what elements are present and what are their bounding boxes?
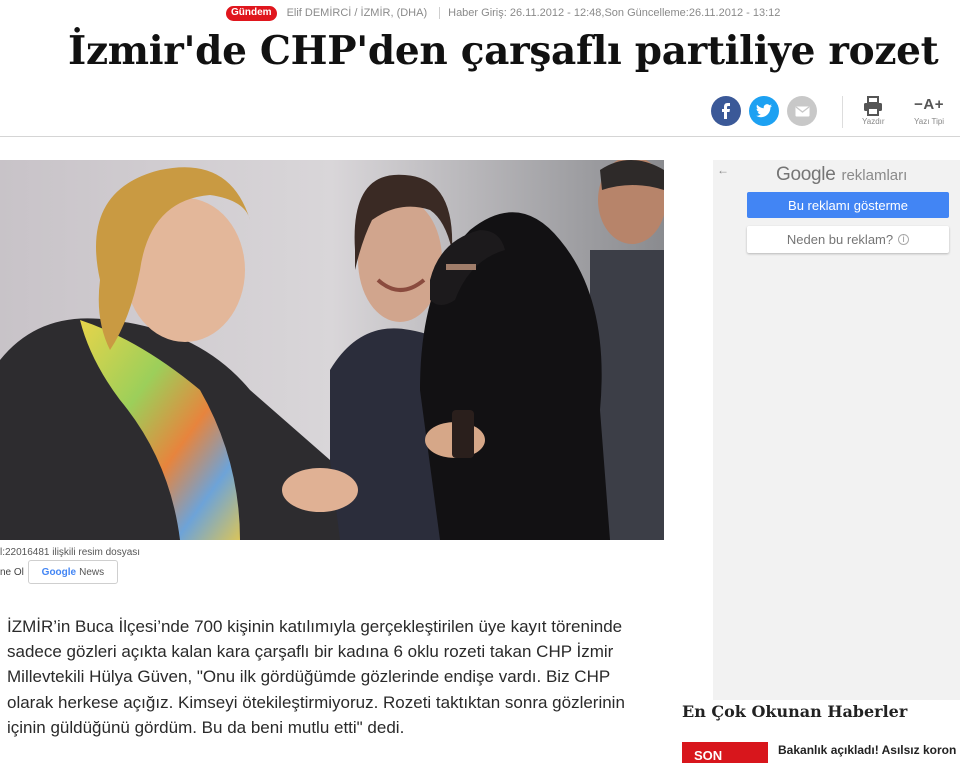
print-label: Yazdır [862, 117, 885, 126]
font-size-control[interactable]: −A+ Yazı Tipi [914, 96, 944, 126]
back-arrow-icon[interactable]: ← [717, 163, 729, 177]
google-news-google: Google [41, 566, 77, 578]
twitter-icon [756, 104, 772, 118]
share-bar [711, 96, 817, 126]
print-icon [864, 96, 883, 116]
article-photo-illustration [0, 160, 664, 540]
font-size-label: Yazı Tipi [914, 117, 945, 126]
hide-ad-button[interactable]: Bu reklamı gösterme [747, 192, 949, 218]
email-share-button[interactable] [787, 96, 817, 126]
print-button[interactable]: Yazdır [862, 96, 885, 126]
tools-divider [842, 96, 843, 128]
google-wordmark: Google [776, 164, 836, 185]
google-news-news: News [79, 566, 105, 578]
article-meta: Gündem Elif DEMİRCİ / İZMİR, (DHA) Haber… [226, 5, 780, 21]
most-read-badge: SON [694, 748, 723, 763]
article-photo[interactable] [0, 160, 664, 540]
publish-dates: Haber Giriş: 26.11.2012 - 12:48,Son Günc… [448, 7, 781, 19]
follow-label: ne Ol [0, 566, 24, 578]
font-size-glyph[interactable]: −A+ [914, 96, 944, 114]
mail-icon [795, 105, 809, 116]
ad-header: Google reklamları [776, 164, 907, 186]
why-this-ad-label: Neden bu reklam? [786, 232, 894, 247]
google-news-button[interactable]: Google News [27, 560, 118, 584]
photo-caption: l:22016481 ilişkili resim dosyası [0, 547, 141, 558]
most-read-thumbnail[interactable]: SON [682, 742, 768, 763]
meta-divider [439, 7, 441, 19]
ads-label: reklamları [841, 167, 908, 184]
why-this-ad-button[interactable]: Neden bu reklam? i [747, 226, 949, 253]
category-badge[interactable]: Gündem [226, 5, 277, 21]
follow-row: ne Ol Google News [0, 560, 118, 584]
most-read-headline[interactable]: Bakanlık açıkladı! Asılsız koron [778, 743, 960, 757]
article-body: İZMİR’in Buca İlçesi’nde 700 kişinin kat… [7, 617, 625, 737]
facebook-icon [722, 103, 730, 119]
most-read-heading: En Çok Okunan Haberler [682, 702, 908, 721]
twitter-share-button[interactable] [749, 96, 779, 126]
facebook-share-button[interactable] [711, 96, 741, 126]
header-divider [0, 136, 960, 137]
author-line: Elif DEMİRCİ / İZMİR, (DHA) [286, 7, 428, 19]
article-title: İzmir'de CHP'den çarşaflı partiliye roze… [68, 28, 939, 74]
info-icon: i [898, 234, 910, 245]
